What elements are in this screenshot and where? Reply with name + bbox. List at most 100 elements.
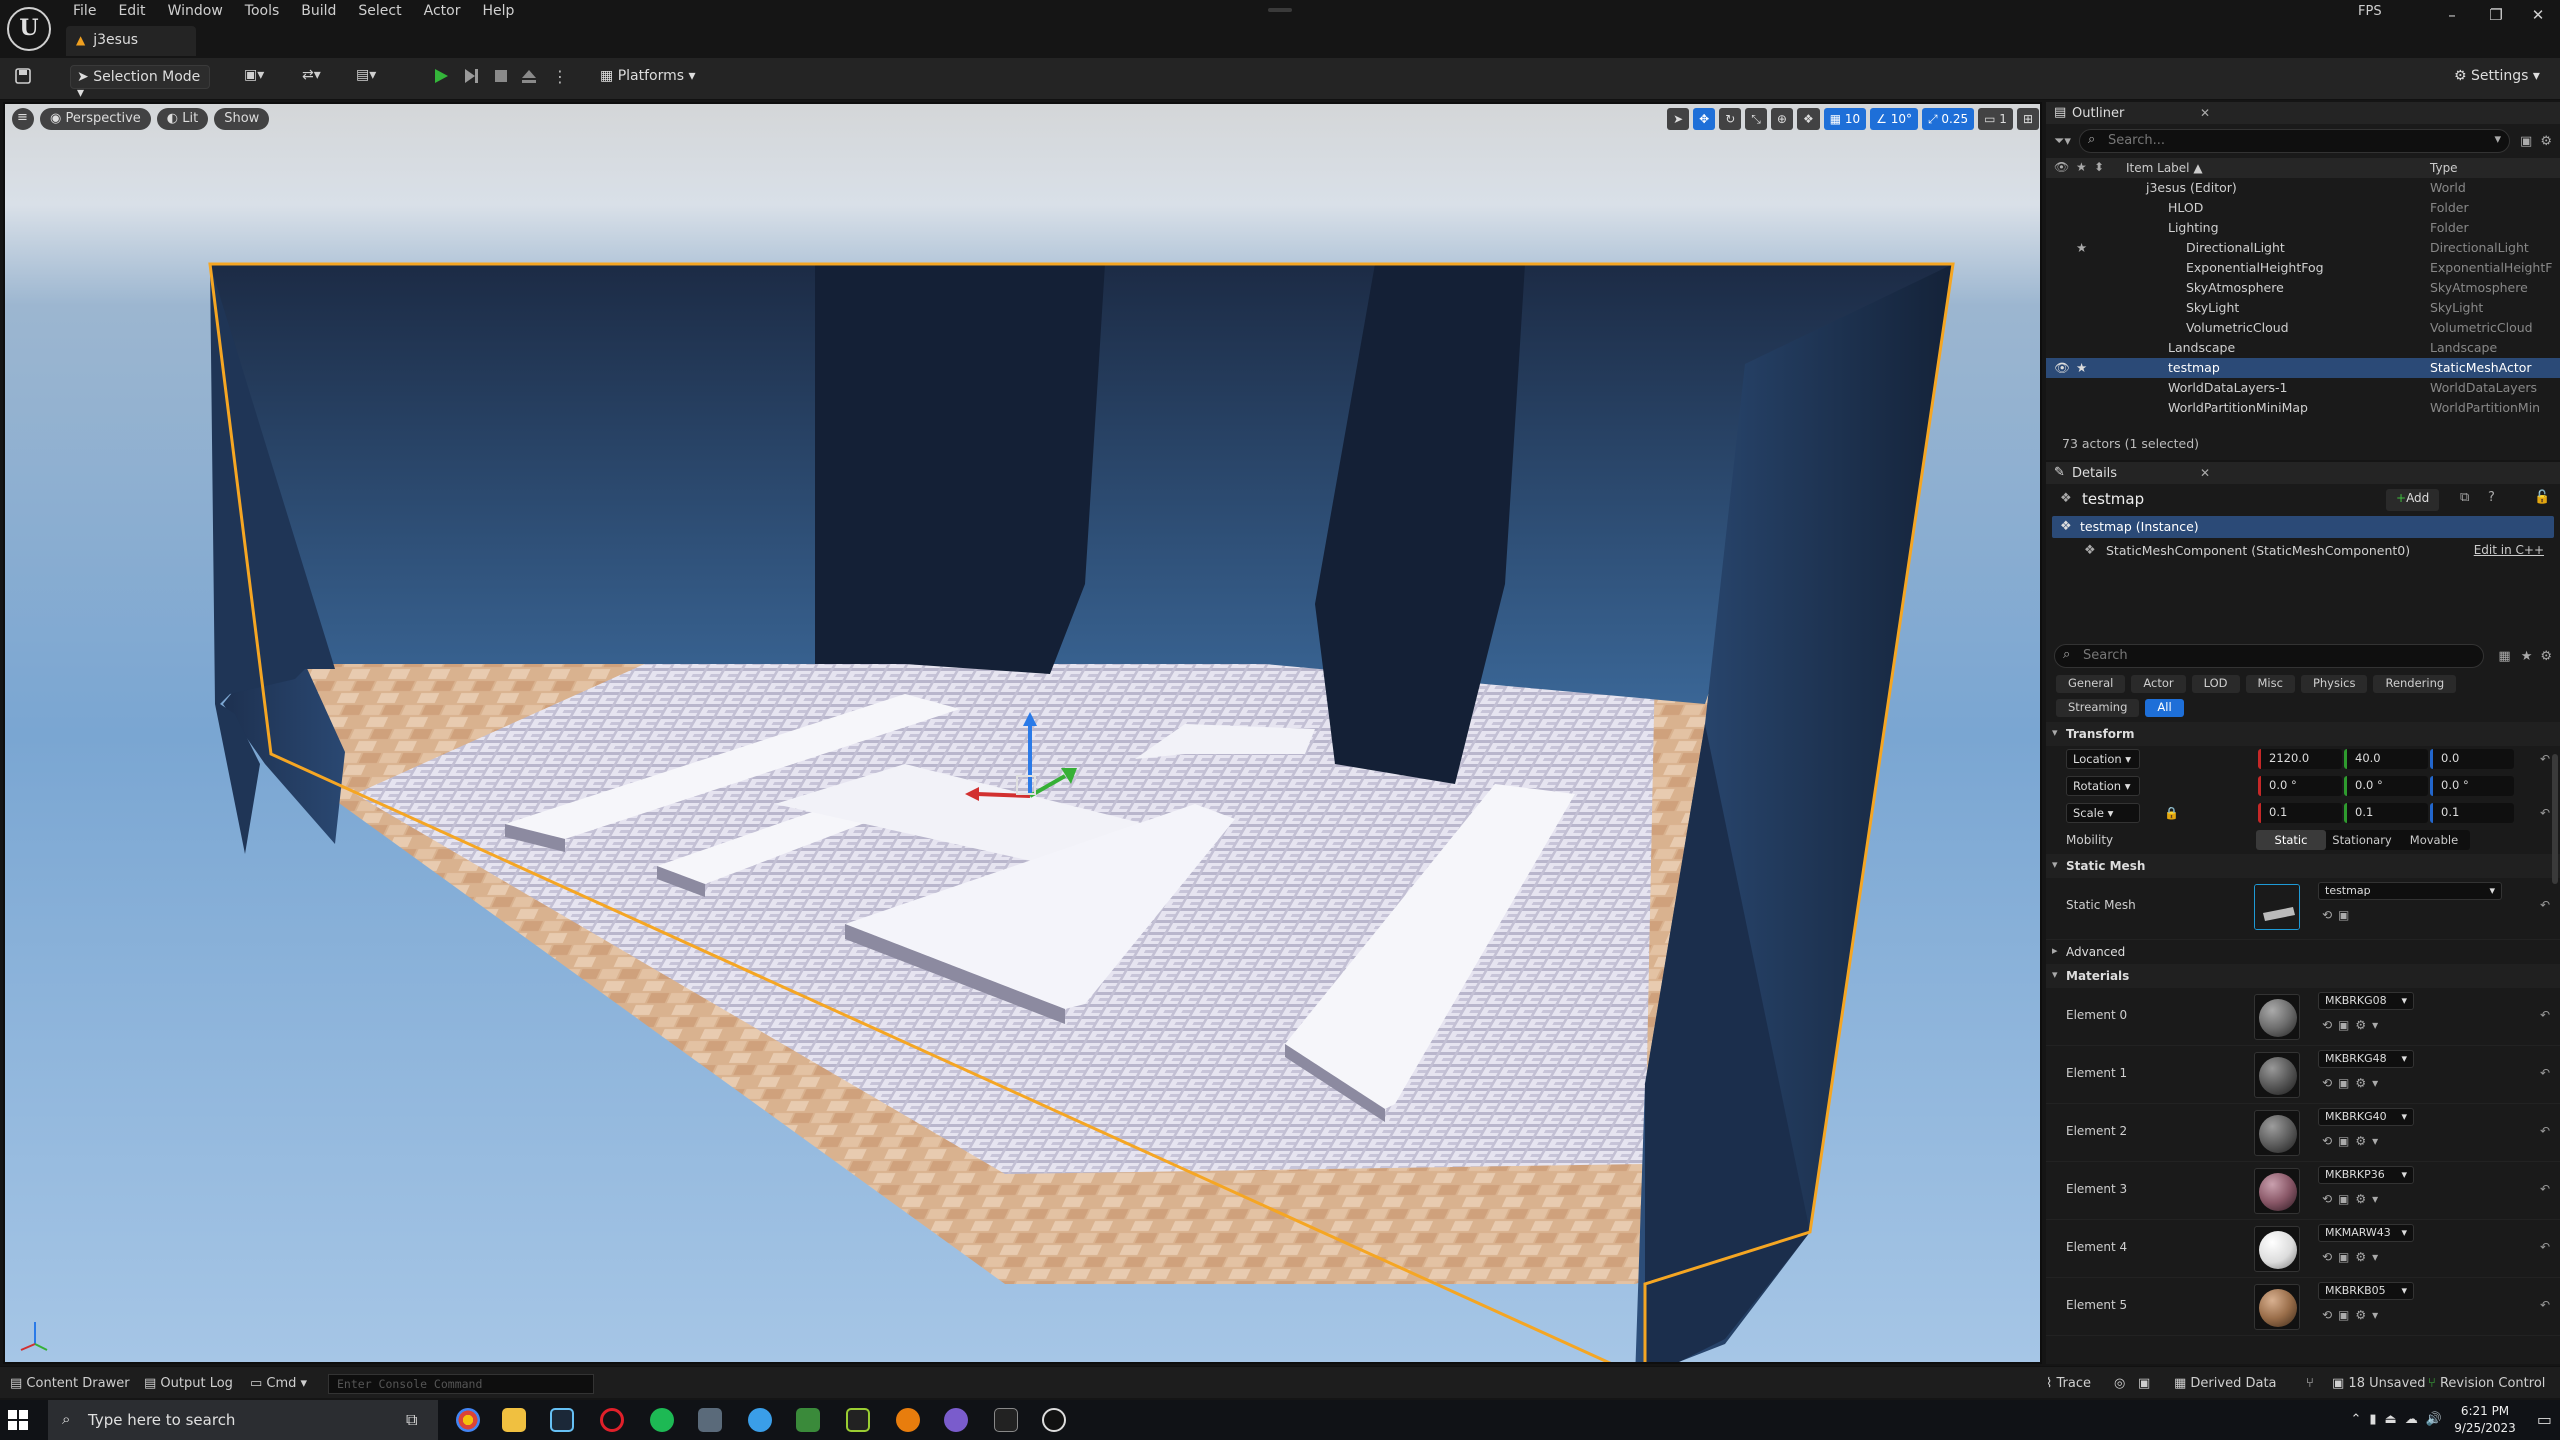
- rotation-y-field[interactable]: 0.0 °: [2344, 776, 2428, 796]
- maps-icon[interactable]: [748, 1408, 772, 1432]
- more-options-icon[interactable]: ⋮: [552, 67, 568, 86]
- material-tools-icon[interactable]: ⟲▣⚙▾: [2322, 1192, 2384, 1206]
- outliner-row-volumetriccloud[interactable]: VolumetricCloud VolumetricCloud: [2046, 318, 2560, 338]
- material-thumbnail[interactable]: [2254, 1168, 2300, 1214]
- settings-dropdown[interactable]: ⚙ Settings ▾: [2450, 65, 2550, 89]
- visibility-icon[interactable]: 👁: [2054, 160, 2069, 174]
- rotation-z-field[interactable]: 0.0 °: [2430, 776, 2514, 796]
- blueprint-icon[interactable]: ⧉: [2460, 490, 2469, 505]
- outliner-row-fog[interactable]: ExponentialHeightFog ExponentialHeightF: [2046, 258, 2560, 278]
- scene-render[interactable]: [5, 104, 2042, 1364]
- static-mesh-dropdown[interactable]: testmap ▾: [2318, 882, 2502, 900]
- location-x-field[interactable]: 2120.0: [2258, 749, 2342, 769]
- stop-icon[interactable]: [492, 67, 510, 85]
- material-thumbnail[interactable]: [2254, 1284, 2300, 1330]
- filter-streaming[interactable]: Streaming: [2056, 699, 2140, 717]
- type-header[interactable]: Type: [2430, 161, 2458, 175]
- lit-button[interactable]: ◐ Lit: [156, 108, 209, 130]
- lock-icon[interactable]: 🔒: [2164, 806, 2179, 820]
- edit-in-cpp-link[interactable]: Edit in C++: [2474, 543, 2544, 557]
- material-dropdown[interactable]: MKBRKG08 ▾: [2318, 992, 2414, 1010]
- component-row[interactable]: ❖ StaticMeshComponent (StaticMeshCompone…: [2046, 538, 2560, 562]
- menu-build[interactable]: Build: [290, 0, 347, 19]
- outliner-row-landscape[interactable]: Landscape Landscape: [2046, 338, 2560, 358]
- gear-icon[interactable]: ⚙: [2540, 649, 2552, 664]
- reset-icon[interactable]: ↶: [2540, 1124, 2550, 1138]
- outliner-row-lighting[interactable]: Lighting Folder: [2046, 218, 2560, 238]
- filter-general[interactable]: General: [2056, 675, 2126, 693]
- outliner-row-minimap[interactable]: WorldPartitionMiniMap WorldPartitionMin: [2046, 398, 2560, 418]
- reset-icon[interactable]: ↶: [2540, 1182, 2550, 1196]
- material-dropdown[interactable]: MKBRKG48 ▾: [2318, 1050, 2414, 1068]
- details-tab[interactable]: ✎ Details ✕: [2046, 462, 2560, 484]
- mobility-movable[interactable]: Movable: [2398, 833, 2470, 847]
- close-tab-icon[interactable]: ✕: [2200, 466, 2210, 480]
- scale-snap-toggle[interactable]: ⤢ 0.25: [1922, 108, 1975, 130]
- rotate-icon[interactable]: ↻: [1719, 108, 1742, 130]
- steam-icon[interactable]: [550, 1408, 574, 1432]
- material-tools-icon[interactable]: ⟲▣⚙▾: [2322, 1250, 2384, 1264]
- scale-x-field[interactable]: 0.1: [2258, 803, 2342, 823]
- material-dropdown[interactable]: MKBRKG40 ▾: [2318, 1108, 2414, 1126]
- world-space-icon[interactable]: ⊕: [1770, 108, 1793, 130]
- reset-icon[interactable]: ↶: [2540, 1008, 2550, 1022]
- platforms-dropdown[interactable]: ▦ Platforms ▾: [596, 65, 696, 89]
- app-bird-icon[interactable]: [698, 1408, 722, 1432]
- scale-y-field[interactable]: 0.1: [2344, 803, 2428, 823]
- add-actor-icon[interactable]: ▣▾: [244, 67, 264, 91]
- hamburger-icon[interactable]: ≡: [12, 108, 34, 130]
- derived-data-button[interactable]: ▦ Derived Data: [2174, 1376, 2277, 1391]
- details-search-input[interactable]: ⌕ Search: [2054, 644, 2485, 668]
- material-tools-icon[interactable]: ⟲▣⚙▾: [2322, 1134, 2384, 1148]
- details-scrollbar[interactable]: [2552, 754, 2558, 884]
- actor-name[interactable]: testmap: [2082, 490, 2144, 508]
- rotation-dropdown[interactable]: Rotation ▾: [2066, 776, 2140, 796]
- location-z-field[interactable]: 0.0: [2430, 749, 2514, 769]
- help-icon[interactable]: ?: [2488, 490, 2495, 505]
- item-label-header[interactable]: Item Label ▲: [2126, 161, 2203, 175]
- windows-start-icon[interactable]: [8, 1410, 28, 1430]
- surface-snap-icon[interactable]: ❖: [1796, 108, 1820, 130]
- level-tab[interactable]: ▲ j3esus: [66, 26, 196, 56]
- advance-frame-icon[interactable]: [462, 67, 480, 85]
- menu-select[interactable]: Select: [347, 0, 412, 19]
- scale-dropdown[interactable]: Scale ▾: [2066, 803, 2140, 823]
- selection-mode-dropdown[interactable]: ➤ Selection Mode ▾: [70, 65, 210, 101]
- outliner-row-testmap[interactable]: 👁 ★ testmap StaticMeshActor: [2046, 358, 2560, 378]
- close-tab-icon[interactable]: ✕: [2200, 106, 2210, 120]
- add-folder-icon[interactable]: ▣: [2520, 134, 2532, 149]
- menu-window[interactable]: Window: [157, 0, 234, 19]
- unreal-logo-icon[interactable]: U: [7, 7, 51, 51]
- outliner-row-skylight[interactable]: SkyLight SkyLight: [2046, 298, 2560, 318]
- add-component-button[interactable]: +Add: [2386, 489, 2440, 511]
- asset-tools-icon[interactable]: ⟲▣: [2322, 908, 2355, 922]
- filter-physics[interactable]: Physics: [2300, 675, 2368, 693]
- outliner-row-hlod[interactable]: HLOD Folder: [2046, 198, 2560, 218]
- rotation-snap-toggle[interactable]: ∠ 10°: [1870, 108, 1918, 130]
- star-icon[interactable]: ★: [2076, 240, 2087, 255]
- cmd-dropdown[interactable]: ▭ Cmd ▾: [250, 1376, 307, 1391]
- instance-row[interactable]: ❖ testmap (Instance): [2052, 516, 2554, 538]
- star-icon[interactable]: ★: [2076, 160, 2087, 174]
- gear-icon[interactable]: ⚙: [2540, 134, 2552, 149]
- menu-edit[interactable]: Edit: [107, 0, 156, 19]
- outliner-search-input[interactable]: ⌕ Search... ▾: [2078, 129, 2511, 153]
- lock-icon[interactable]: 🔓: [2534, 490, 2550, 505]
- filter-actor[interactable]: Actor: [2131, 675, 2186, 693]
- transform-section-header[interactable]: Transform: [2046, 722, 2560, 746]
- cinematics-icon[interactable]: ▤▾: [356, 67, 376, 91]
- reset-icon[interactable]: ↶: [2540, 898, 2550, 912]
- scale-z-field[interactable]: 0.1: [2430, 803, 2514, 823]
- visibility-icon[interactable]: 👁: [2054, 360, 2070, 376]
- minimize-icon[interactable]: –: [2440, 6, 2464, 26]
- chevron-down-icon[interactable]: ▾: [2495, 132, 2502, 147]
- outliner-tab[interactable]: ▤ Outliner ✕: [2046, 102, 2560, 124]
- record-icon[interactable]: ◎: [2114, 1376, 2125, 1391]
- scale-icon[interactable]: ⤡: [1745, 108, 1767, 130]
- source-control-icon[interactable]: ⑂: [2306, 1376, 2314, 1391]
- fps-label[interactable]: FPS: [2358, 4, 2382, 19]
- material-tools-icon[interactable]: ⟲▣⚙▾: [2322, 1076, 2384, 1090]
- blueprint-icon[interactable]: ⇄▾: [302, 67, 321, 91]
- material-dropdown[interactable]: MKBRKB05 ▾: [2318, 1282, 2414, 1300]
- trace-button[interactable]: ⌇ Trace: [2046, 1376, 2091, 1391]
